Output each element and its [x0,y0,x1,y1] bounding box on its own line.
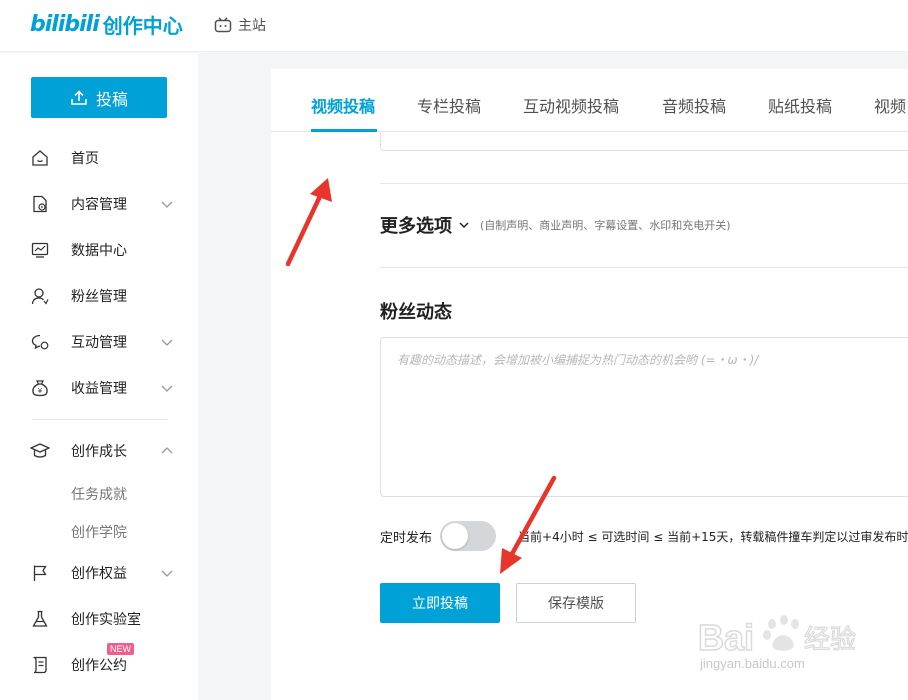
tab-audio-upload[interactable]: 音频投稿 [662,93,726,117]
chevron-down-icon [459,222,469,229]
content-icon [30,194,50,214]
fans-icon [30,286,50,306]
sidebar-item-growth[interactable]: 创作成长 [0,436,198,466]
sidebar-item-fans[interactable]: 粉丝管理 [0,281,198,311]
document-icon [30,655,50,675]
sidebar-item-rights[interactable]: 创作权益 [0,558,198,588]
sidebar-item-home[interactable]: 首页 [0,143,198,173]
previous-field-bottom[interactable] [380,131,908,151]
toggle-knob [442,523,469,549]
main-site-link[interactable]: 主站 [214,15,266,35]
bilibili-logo-mark: bilibili [30,12,100,37]
save-template-button[interactable]: 保存模版 [516,583,636,623]
sidebar-item-label: 首页 [71,151,99,167]
sidebar-item-label: 创作实验室 [71,612,141,628]
sidebar-item-label: 创作权益 [71,566,127,582]
home-icon [30,148,50,168]
scheduled-publish-row: 定时发布 当前+4小时 ≤ 可选时间 ≤ 当前+15天，转载稿件撞车判定以过审发… [380,521,908,551]
sidebar-item-label: 内容管理 [71,197,127,213]
sidebar-subitem-achievements[interactable]: 任务成就 [71,484,127,504]
sidebar-item-label: 创作成长 [71,444,127,460]
annotation-arrow [285,178,332,267]
chevron-down-icon [161,201,173,208]
sidebar-item-label: 互动管理 [71,335,127,351]
section-divider [380,183,908,184]
tab-column-upload[interactable]: 专栏投稿 [417,93,481,117]
watermark-url: jingyan.baidu.com [700,656,805,671]
sidebar-subitem-academy[interactable]: 创作学院 [71,522,127,542]
sidebar-item-label: 收益管理 [71,381,127,397]
active-tab-indicator [311,129,377,132]
graduation-cap-icon [30,441,50,461]
chevron-down-icon [161,570,173,577]
sidebar-item-interaction[interactable]: 互动管理 [0,327,198,357]
sidebar-item-label: 粉丝管理 [71,289,127,305]
svg-text:经验: 经验 [804,625,856,655]
more-options-description: (自制声明、商业声明、字幕设置、水印和充电开关) [480,219,731,232]
sidebar-item-label: 创作公约 [71,658,127,674]
sidebar-item-revenue[interactable]: ¥ 收益管理 [0,373,198,403]
fans-dynamic-title: 粉丝动态 [380,302,452,323]
sidebar-item-convention[interactable]: 创作公约 NEW [0,643,198,680]
logo[interactable]: bilibili 创作中心 [30,10,183,39]
new-badge: NEW [107,643,134,655]
flag-icon [30,563,50,583]
chevron-up-icon [161,447,173,454]
sidebar-item-lab[interactable]: 创作实验室 [0,604,198,634]
scheduled-publish-hint: 当前+4小时 ≤ 可选时间 ≤ 当前+15天，转载稿件撞车判定以过审发布时间 [518,529,908,544]
upload-button[interactable]: 投稿 [31,77,167,118]
chat-icon [30,332,50,352]
tab-interactive-video-upload[interactable]: 互动视频投稿 [523,93,619,117]
chevron-down-icon [161,385,173,392]
chart-icon [30,240,50,260]
svg-text:Bai: Bai [698,617,754,658]
more-options-toggle[interactable]: 更多选项 (自制声明、商业声明、字幕设置、水印和充电开关) [380,212,731,238]
tab-video-upload[interactable]: 视频投稿 [311,93,375,117]
tab-sticker-upload[interactable]: 贴纸投稿 [768,93,832,117]
annotation-arrow [500,475,557,574]
money-bag-icon: ¥ [30,378,50,398]
fans-dynamic-textarea[interactable]: 有趣的动态描述，会增加被小编捕捉为热门动态的机会哟 (=・ω・)/ [380,337,908,497]
tab-video-more[interactable]: 视频 [874,93,906,117]
scheduled-publish-label: 定时发布 [380,530,433,546]
chevron-down-icon [161,339,173,346]
main-site-label: 主站 [238,18,266,34]
upload-icon [71,89,87,105]
fans-dynamic-placeholder: 有趣的动态描述，会增加被小编捕捉为热门动态的机会哟 (=・ω・)/ [397,353,759,367]
tv-icon [214,17,232,33]
sidebar: 投稿 首页 内容管理 数据中心 粉丝管理 互动管理 ¥ 收益管理 创作成长 任务… [0,53,198,700]
upload-button-label: 投稿 [95,89,128,109]
sidebar-divider [32,419,168,420]
more-options-title: 更多选项 [380,216,452,237]
sidebar-item-data[interactable]: 数据中心 [0,235,198,265]
top-bar: bilibili 创作中心 主站 [0,0,908,52]
section-divider [380,267,908,268]
upload-type-tabs: 视频投稿 专栏投稿 互动视频投稿 音频投稿 贴纸投稿 视频 [271,69,908,132]
submit-now-button[interactable]: 立即投稿 [380,583,500,623]
flask-icon [30,609,50,629]
sidebar-item-content[interactable]: 内容管理 [0,189,198,219]
creator-center-title: 创作中心 [102,14,183,38]
svg-text:¥: ¥ [38,387,43,395]
sidebar-item-label: 数据中心 [71,243,127,259]
